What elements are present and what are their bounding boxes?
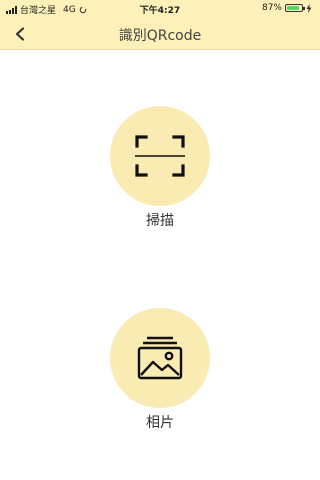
scan-label: 掃描 bbox=[146, 213, 174, 229]
scan-frame-icon bbox=[135, 135, 185, 177]
photo-circle[interactable] bbox=[110, 308, 210, 408]
battery-level-fill bbox=[287, 6, 300, 10]
page-title: 識別QRcode bbox=[118, 28, 202, 44]
battery-icon bbox=[285, 4, 305, 12]
scan-circle[interactable] bbox=[110, 106, 210, 206]
photo-label: 相片 bbox=[146, 415, 174, 431]
status-bar: 台灣之星 4G 下午4:27 87% bbox=[0, 0, 320, 18]
battery-percent: 87% bbox=[261, 3, 282, 13]
scan-button[interactable]: 掃描 bbox=[108, 106, 212, 230]
charging-icon bbox=[306, 3, 312, 13]
status-right: 87% bbox=[262, 3, 312, 13]
photo-gallery-icon bbox=[137, 336, 183, 380]
nav-bar: 識別QRcode bbox=[0, 18, 320, 50]
photo-button[interactable]: 相片 bbox=[108, 308, 212, 432]
